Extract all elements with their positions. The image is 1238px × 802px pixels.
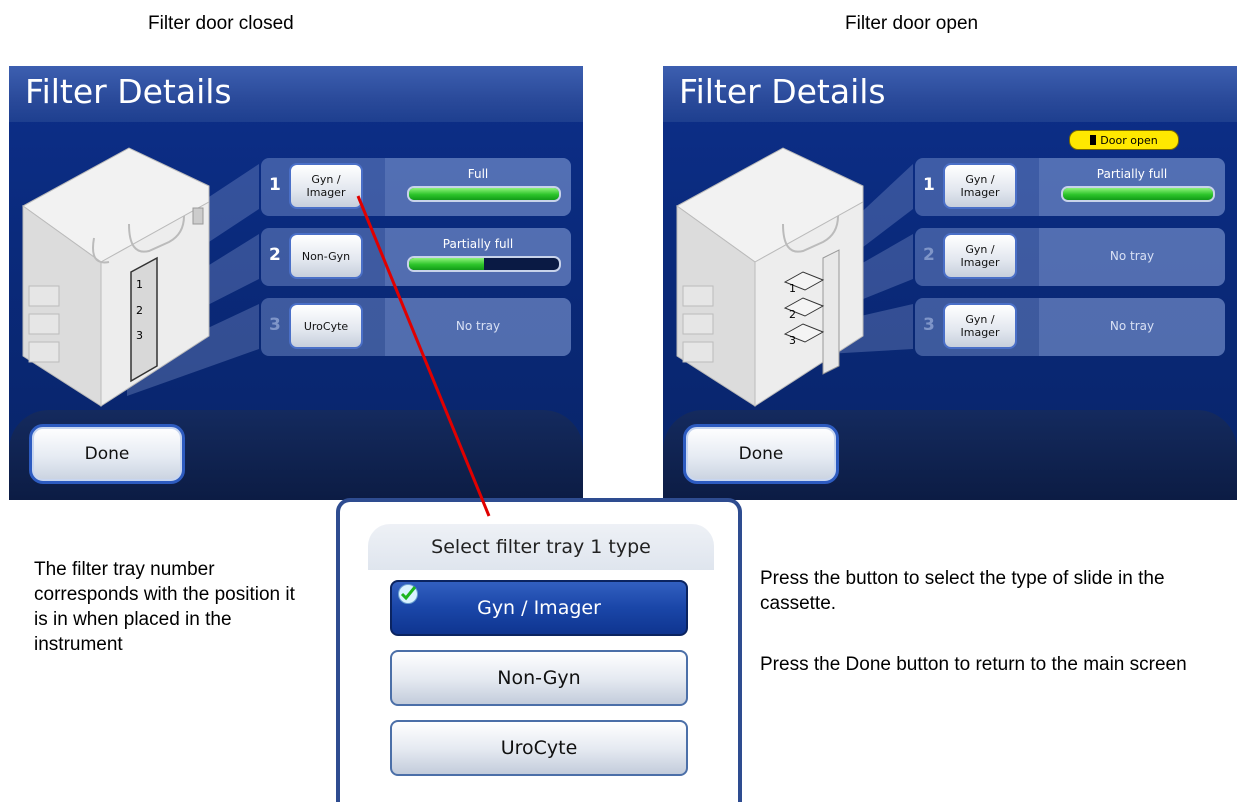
option-label: UroCyte xyxy=(500,737,578,759)
caption-door-open: Filter door open xyxy=(845,13,979,34)
filter-details-screen-open: Filter Details Door open 1 2 3 1 Gyn / Im… xyxy=(663,66,1237,500)
note-right-1: Press the button to select the type of s… xyxy=(760,568,1165,614)
drawer-label-3: 3 xyxy=(789,334,796,347)
option-non-gyn[interactable]: Non-Gyn xyxy=(390,650,688,706)
row-number: 1 xyxy=(269,175,281,195)
row-number: 2 xyxy=(923,245,935,265)
status-panel: Partially full xyxy=(1039,158,1225,216)
option-label: Gyn / Imager xyxy=(477,597,601,619)
dialog-header: Select filter tray 1 type xyxy=(368,524,714,570)
fill-level xyxy=(1063,188,1213,200)
status-text: No tray xyxy=(1109,249,1155,263)
filter-row-1: 1 Gyn / Imager Partially full xyxy=(915,158,1225,216)
drawer-label-2: 2 xyxy=(136,304,143,317)
tray-type-button-1[interactable]: Gyn / Imager xyxy=(289,163,363,209)
type-label-line1: Gyn / xyxy=(965,173,995,186)
type-label-line1: Gyn / xyxy=(965,243,995,256)
note-right-2: Press the Done button to return to the m… xyxy=(760,654,1187,675)
fill-progress-bar xyxy=(1061,186,1215,202)
type-label-line1: Gyn / xyxy=(311,173,341,186)
row-number: 3 xyxy=(269,315,281,335)
status-text: Full xyxy=(467,167,489,181)
tray-type-button-1[interactable]: Gyn / Imager xyxy=(943,163,1017,209)
caption-door-closed: Filter door closed xyxy=(148,13,294,34)
status-panel: No tray xyxy=(385,298,571,356)
tray-type-button-2[interactable]: Gyn / Imager xyxy=(943,233,1017,279)
fill-level xyxy=(409,258,484,270)
status-panel: Partially full xyxy=(385,228,571,286)
status-text: Partially full xyxy=(442,237,514,251)
filter-row-1: 1 Gyn / Imager Full xyxy=(261,158,571,216)
type-label-line2: Imager xyxy=(960,326,1000,339)
option-label: Non-Gyn xyxy=(497,667,581,689)
tray-type-button-3[interactable]: UroCyte xyxy=(289,303,363,349)
tray-type-button-2[interactable]: Non-Gyn xyxy=(289,233,363,279)
drawer-label-1: 1 xyxy=(136,278,143,291)
filter-row-2: 2 Non-Gyn Partially full xyxy=(261,228,571,286)
select-tray-type-dialog: Select filter tray 1 type Gyn / Imager N… xyxy=(336,498,742,802)
type-label-line2: Imager xyxy=(960,256,1000,269)
option-urocyte[interactable]: UroCyte xyxy=(390,720,688,776)
filter-row-2: 2 Gyn / Imager No tray xyxy=(915,228,1225,286)
row-number: 3 xyxy=(923,315,935,335)
drawer-label-1: 1 xyxy=(789,282,796,295)
option-gyn-imager[interactable]: Gyn / Imager xyxy=(390,580,688,636)
done-button[interactable]: Done xyxy=(683,424,839,484)
status-text: No tray xyxy=(1109,319,1155,333)
note-left: The filter tray number corresponds with … xyxy=(34,559,295,655)
check-icon xyxy=(398,584,418,604)
type-label-line1: Non-Gyn xyxy=(301,249,351,263)
fill-level xyxy=(409,188,559,200)
fill-progress-bar xyxy=(407,186,561,202)
type-label-line2: Imager xyxy=(306,186,346,199)
row-number: 1 xyxy=(923,175,935,195)
filter-row-3: 3 UroCyte No tray xyxy=(261,298,571,356)
row-number: 2 xyxy=(269,245,281,265)
type-label-line1: Gyn / xyxy=(965,313,995,326)
fill-progress-bar xyxy=(407,256,561,272)
filter-details-screen-closed: Filter Details 1 2 3 1 Gyn / Imager Full … xyxy=(9,66,583,500)
filter-row-3: 3 Gyn / Imager No tray xyxy=(915,298,1225,356)
type-label-line2: Imager xyxy=(960,186,1000,199)
status-text: Partially full xyxy=(1096,167,1168,181)
done-button[interactable]: Done xyxy=(29,424,185,484)
status-panel: No tray xyxy=(1039,298,1225,356)
type-label-line1: UroCyte xyxy=(303,319,349,333)
status-panel: No tray xyxy=(1039,228,1225,286)
status-panel: Full xyxy=(385,158,571,216)
tray-type-button-3[interactable]: Gyn / Imager xyxy=(943,303,1017,349)
status-text: No tray xyxy=(455,319,501,333)
drawer-label-3: 3 xyxy=(136,329,143,342)
drawer-label-2: 2 xyxy=(789,308,796,321)
